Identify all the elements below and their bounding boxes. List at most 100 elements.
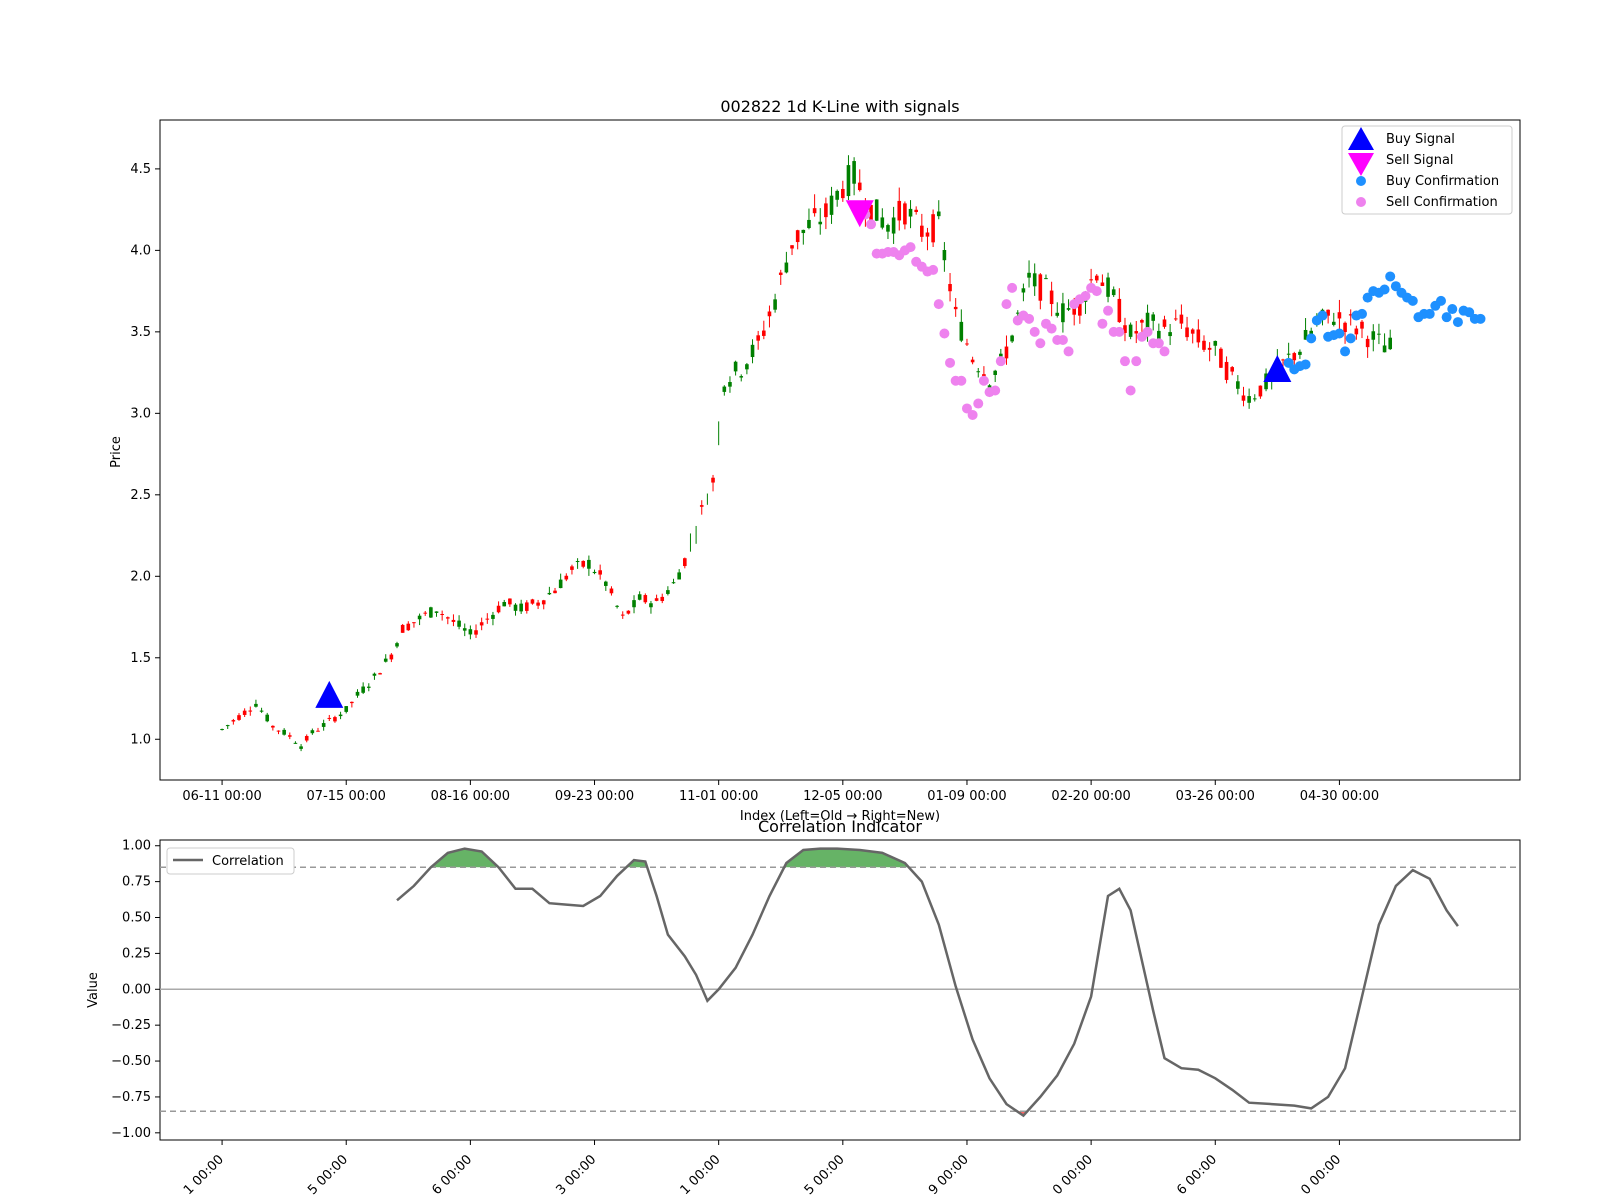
candle-body xyxy=(366,686,371,688)
candle-body xyxy=(1281,359,1285,361)
buy-confirmation-point xyxy=(1447,304,1458,315)
sell-confirmation-point xyxy=(1035,338,1046,349)
candle-body xyxy=(852,161,856,184)
candle-body xyxy=(739,376,744,378)
candle-body xyxy=(857,182,862,191)
kline-x-tick-label: 04-30 00:00 xyxy=(1300,789,1379,804)
kline-x-ticks: 06-11 00:00 07-15 00:00 08-16 00:00 09-23 0… xyxy=(182,780,1379,804)
sell-confirmation-point xyxy=(990,385,1001,396)
candle-body xyxy=(1360,321,1364,329)
candle-body xyxy=(846,165,851,197)
candle-body xyxy=(931,214,935,243)
correlation-y-tick-label: −0.75 xyxy=(111,1090,151,1105)
candle-body xyxy=(1241,395,1246,401)
kline-plot-area xyxy=(159,119,1521,781)
candle-body xyxy=(880,217,885,228)
candle-body xyxy=(886,225,890,232)
buy-confirmation-point xyxy=(1334,328,1345,339)
candle-body xyxy=(446,617,450,619)
sell-confirmation-point xyxy=(1142,326,1153,337)
candle-body xyxy=(1151,314,1155,321)
candle-body xyxy=(790,245,794,249)
candle-body xyxy=(773,299,777,310)
sell-confirmation-point xyxy=(1153,338,1164,349)
kline-y-tick-label: 1.5 xyxy=(130,651,151,666)
candle-body xyxy=(412,622,416,624)
candle-body xyxy=(1354,328,1359,335)
correlation-y-tick-label: −1.00 xyxy=(111,1126,151,1141)
candle-body xyxy=(344,706,349,712)
candle-body xyxy=(434,611,439,613)
candle-body xyxy=(1168,332,1172,337)
candle-body xyxy=(1055,312,1060,316)
candle-body xyxy=(231,720,236,722)
correlation-x-tick-label: 5 00:00 xyxy=(802,1152,848,1198)
candle-body xyxy=(818,221,823,225)
candle-body xyxy=(587,559,591,569)
candle-body xyxy=(1044,278,1048,280)
candle-body xyxy=(558,579,563,589)
candle-body xyxy=(513,604,518,611)
kline-x-tick-label: 09-23 00:00 xyxy=(555,789,634,804)
sell-confirmation-point xyxy=(1001,299,1012,310)
buy-confirmation-point xyxy=(1300,359,1311,370)
candle-body xyxy=(908,208,913,217)
candle-body xyxy=(242,710,247,715)
candle-body xyxy=(1292,353,1297,361)
candle-body xyxy=(1066,308,1071,310)
candle-body xyxy=(643,595,648,603)
correlation-x-tick-label: 6 00:00 xyxy=(1174,1152,1220,1198)
correlation-y-tick-label: −0.50 xyxy=(111,1054,151,1069)
buy-confirmation-point xyxy=(1345,333,1356,344)
candle-body xyxy=(1202,340,1206,350)
candle-body xyxy=(530,599,535,604)
candle-body xyxy=(920,225,924,237)
candle-body xyxy=(936,211,941,217)
candle-body xyxy=(891,217,896,234)
sell-confirmation-point xyxy=(1063,346,1074,357)
sell-confirmation-point xyxy=(1097,318,1108,329)
candle-body xyxy=(637,594,642,600)
candle-body xyxy=(338,714,343,717)
sell-confirmation-point xyxy=(956,375,967,386)
candle-body xyxy=(1286,353,1291,355)
candle-body xyxy=(1331,321,1336,325)
correlation-x-tick-label: 1 00:00 xyxy=(181,1152,227,1198)
correlation-y-ticks: 1.00 0.75 0.50 0.25 0.00 −0.25 −0.50 −0.75 −1.00 xyxy=(111,839,160,1141)
figure: 002822 1d K-Line with signals 1.0 1.5 2.0 2… xyxy=(86,97,1521,1198)
candle-body xyxy=(485,618,490,620)
buy-confirmation-point xyxy=(1385,271,1396,282)
candle-body xyxy=(948,284,952,292)
candle-body xyxy=(1021,288,1026,293)
candle-body xyxy=(615,605,619,607)
candle-body xyxy=(660,596,665,602)
candle-body xyxy=(942,250,947,261)
candle-body xyxy=(310,730,315,734)
candle-body xyxy=(536,602,540,606)
candle-body xyxy=(1230,367,1234,372)
candle-body xyxy=(1219,348,1223,368)
candle-body xyxy=(970,359,975,363)
candle-body xyxy=(835,190,839,200)
sell-confirmation-point xyxy=(1057,335,1068,345)
legend-buy-signal: Buy Signal xyxy=(1386,132,1455,147)
candle-body xyxy=(1061,303,1065,323)
sell-confirmation-point xyxy=(939,328,950,339)
sell-confirmation-point xyxy=(945,357,956,368)
candle-body xyxy=(604,581,608,586)
candle-body xyxy=(1382,345,1387,353)
candle-body xyxy=(1343,322,1347,333)
correlation-y-tick-label: 0.00 xyxy=(122,982,151,997)
candle-body xyxy=(254,703,258,707)
candle-body xyxy=(1027,272,1031,278)
correlation-y-tick-label: 1.00 xyxy=(122,839,151,854)
kline-x-tick-label: 11-01 00:00 xyxy=(679,789,758,804)
sell-confirmation-point xyxy=(928,264,939,275)
candle-body xyxy=(395,643,399,647)
candle-body xyxy=(903,203,907,225)
correlation-x-tick-label: 6 00:00 xyxy=(429,1152,475,1198)
correlation-y-tick-label: 0.25 xyxy=(122,946,151,961)
candle-body xyxy=(778,272,783,275)
candle-body xyxy=(1247,396,1251,403)
candle-body xyxy=(1128,324,1133,337)
